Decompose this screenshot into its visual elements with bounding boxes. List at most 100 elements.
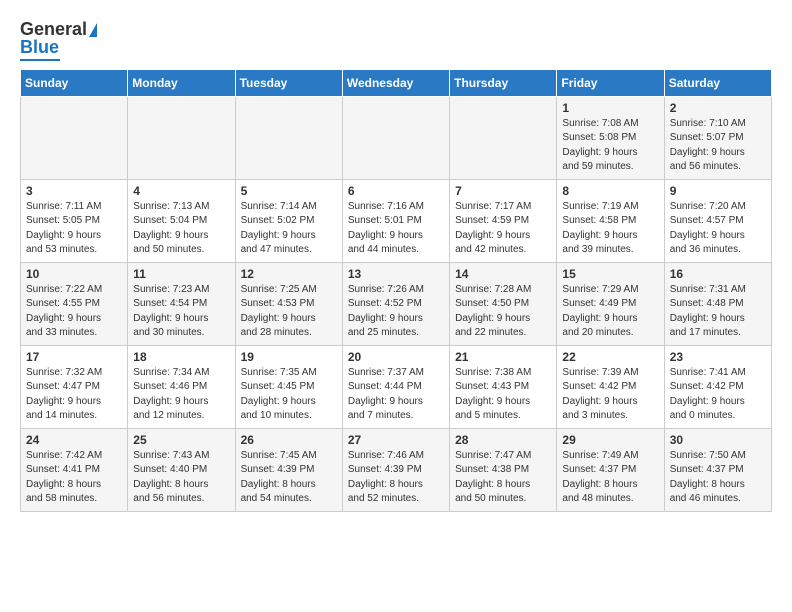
day-number: 25 — [133, 433, 229, 447]
calendar-cell: 23 Sunrise: 7:41 AM Sunset: 4:42 PM Dayli… — [664, 345, 771, 428]
weekday-header-wednesday: Wednesday — [342, 69, 449, 96]
calendar-cell: 15 Sunrise: 7:29 AM Sunset: 4:49 PM Dayli… — [557, 262, 664, 345]
day-info: Sunrise: 7:41 AM Sunset: 4:42 PM Dayligh… — [670, 366, 766, 424]
weekday-header-sunday: Sunday — [21, 69, 128, 96]
calendar-cell: 19 Sunrise: 7:35 AM Sunset: 4:45 PM Dayli… — [235, 345, 342, 428]
weekday-header-friday: Friday — [557, 69, 664, 96]
calendar-cell: 25Sunrise: 7:43 AM Sunset: 4:40 PM Dayli… — [128, 428, 235, 511]
day-number: 10 — [26, 267, 122, 281]
day-number: 23 — [670, 350, 766, 364]
calendar-cell: 24 Sunrise: 7:42 AM Sunset: 4:41 PM Dayli… — [21, 428, 128, 511]
calendar-cell: 2 Sunrise: 7:10 AM Sunset: 5:07 PM Daylig… — [664, 96, 771, 179]
calendar-cell — [450, 96, 557, 179]
day-number: 1 — [562, 101, 658, 115]
day-info: Sunrise: 7:32 AM Sunset: 4:47 PM Dayligh… — [26, 366, 122, 424]
calendar-cell: 11Sunrise: 7:23 AM Sunset: 4:54 PM Dayli… — [128, 262, 235, 345]
day-number: 17 — [26, 350, 122, 364]
calendar-cell: 3 Sunrise: 7:11 AM Sunset: 5:05 PM Daylig… — [21, 179, 128, 262]
calendar-week-4: 17 Sunrise: 7:32 AM Sunset: 4:47 PM Dayli… — [21, 345, 772, 428]
calendar-cell: 9Sunrise: 7:20 AM Sunset: 4:57 PM Daylig… — [664, 179, 771, 262]
day-number: 13 — [348, 267, 444, 281]
day-info: Sunrise: 7:22 AM Sunset: 4:55 PM Dayligh… — [26, 283, 122, 341]
day-number: 3 — [26, 184, 122, 198]
day-number: 15 — [562, 267, 658, 281]
day-number: 28 — [455, 433, 551, 447]
weekday-header-saturday: Saturday — [664, 69, 771, 96]
calendar-cell — [21, 96, 128, 179]
calendar-cell: 8 Sunrise: 7:19 AM Sunset: 4:58 PM Daylig… — [557, 179, 664, 262]
calendar-cell: 26 Sunrise: 7:45 AM Sunset: 4:39 PM Dayli… — [235, 428, 342, 511]
day-info: Sunrise: 7:31 AM Sunset: 4:48 PM Dayligh… — [670, 283, 766, 341]
calendar-week-1: 1Sunrise: 7:08 AM Sunset: 5:08 PM Daylig… — [21, 96, 772, 179]
day-info: Sunrise: 7:25 AM Sunset: 4:53 PM Dayligh… — [241, 283, 337, 341]
calendar-cell: 4 Sunrise: 7:13 AM Sunset: 5:04 PM Daylig… — [128, 179, 235, 262]
day-info: Sunrise: 7:29 AM Sunset: 4:49 PM Dayligh… — [562, 283, 658, 341]
day-number: 4 — [133, 184, 229, 198]
day-number: 11 — [133, 267, 229, 281]
day-info: Sunrise: 7:47 AM Sunset: 4:38 PM Dayligh… — [455, 449, 551, 507]
calendar-cell: 27Sunrise: 7:46 AM Sunset: 4:39 PM Dayli… — [342, 428, 449, 511]
day-info: Sunrise: 7:19 AM Sunset: 4:58 PM Dayligh… — [562, 200, 658, 258]
day-info: Sunrise: 7:39 AM Sunset: 4:42 PM Dayligh… — [562, 366, 658, 424]
day-number: 8 — [562, 184, 658, 198]
day-number: 22 — [562, 350, 658, 364]
calendar-cell: 21Sunrise: 7:38 AM Sunset: 4:43 PM Dayli… — [450, 345, 557, 428]
weekday-header-monday: Monday — [128, 69, 235, 96]
calendar-cell: 1Sunrise: 7:08 AM Sunset: 5:08 PM Daylig… — [557, 96, 664, 179]
day-info: Sunrise: 7:42 AM Sunset: 4:41 PM Dayligh… — [26, 449, 122, 507]
day-number: 14 — [455, 267, 551, 281]
header: General Blue — [20, 16, 772, 61]
calendar-cell: 5 Sunrise: 7:14 AM Sunset: 5:02 PM Daylig… — [235, 179, 342, 262]
calendar-cell: 18 Sunrise: 7:34 AM Sunset: 4:46 PM Dayli… — [128, 345, 235, 428]
day-number: 30 — [670, 433, 766, 447]
calendar-cell: 13 Sunrise: 7:26 AM Sunset: 4:52 PM Dayli… — [342, 262, 449, 345]
calendar-body: 1Sunrise: 7:08 AM Sunset: 5:08 PM Daylig… — [21, 96, 772, 511]
day-number: 24 — [26, 433, 122, 447]
day-number: 19 — [241, 350, 337, 364]
calendar-cell: 22 Sunrise: 7:39 AM Sunset: 4:42 PM Dayli… — [557, 345, 664, 428]
calendar-cell: 7Sunrise: 7:17 AM Sunset: 4:59 PM Daylig… — [450, 179, 557, 262]
calendar-cell: 28 Sunrise: 7:47 AM Sunset: 4:38 PM Dayli… — [450, 428, 557, 511]
logo: General Blue — [20, 20, 97, 61]
calendar-cell — [128, 96, 235, 179]
calendar-cell — [235, 96, 342, 179]
day-info: Sunrise: 7:14 AM Sunset: 5:02 PM Dayligh… — [241, 200, 337, 258]
day-info: Sunrise: 7:20 AM Sunset: 4:57 PM Dayligh… — [670, 200, 766, 258]
calendar-table: SundayMondayTuesdayWednesdayThursdayFrid… — [20, 69, 772, 512]
calendar-cell: 12 Sunrise: 7:25 AM Sunset: 4:53 PM Dayli… — [235, 262, 342, 345]
day-info: Sunrise: 7:28 AM Sunset: 4:50 PM Dayligh… — [455, 283, 551, 341]
day-number: 12 — [241, 267, 337, 281]
day-info: Sunrise: 7:13 AM Sunset: 5:04 PM Dayligh… — [133, 200, 229, 258]
day-number: 18 — [133, 350, 229, 364]
calendar-header: SundayMondayTuesdayWednesdayThursdayFrid… — [21, 69, 772, 96]
day-number: 26 — [241, 433, 337, 447]
day-info: Sunrise: 7:34 AM Sunset: 4:46 PM Dayligh… — [133, 366, 229, 424]
weekday-header-tuesday: Tuesday — [235, 69, 342, 96]
calendar-cell — [342, 96, 449, 179]
day-info: Sunrise: 7:10 AM Sunset: 5:07 PM Dayligh… — [670, 117, 766, 175]
calendar-week-5: 24 Sunrise: 7:42 AM Sunset: 4:41 PM Dayli… — [21, 428, 772, 511]
day-number: 2 — [670, 101, 766, 115]
day-info: Sunrise: 7:11 AM Sunset: 5:05 PM Dayligh… — [26, 200, 122, 258]
day-info: Sunrise: 7:49 AM Sunset: 4:37 PM Dayligh… — [562, 449, 658, 507]
day-info: Sunrise: 7:45 AM Sunset: 4:39 PM Dayligh… — [241, 449, 337, 507]
logo-underline — [20, 59, 60, 61]
day-number: 16 — [670, 267, 766, 281]
day-number: 27 — [348, 433, 444, 447]
day-info: Sunrise: 7:50 AM Sunset: 4:37 PM Dayligh… — [670, 449, 766, 507]
day-info: Sunrise: 7:16 AM Sunset: 5:01 PM Dayligh… — [348, 200, 444, 258]
day-info: Sunrise: 7:37 AM Sunset: 4:44 PM Dayligh… — [348, 366, 444, 424]
day-number: 20 — [348, 350, 444, 364]
weekday-header-thursday: Thursday — [450, 69, 557, 96]
calendar-cell: 29Sunrise: 7:49 AM Sunset: 4:37 PM Dayli… — [557, 428, 664, 511]
calendar-cell: 6 Sunrise: 7:16 AM Sunset: 5:01 PM Daylig… — [342, 179, 449, 262]
weekday-header-row: SundayMondayTuesdayWednesdayThursdayFrid… — [21, 69, 772, 96]
calendar-week-2: 3 Sunrise: 7:11 AM Sunset: 5:05 PM Daylig… — [21, 179, 772, 262]
day-info: Sunrise: 7:35 AM Sunset: 4:45 PM Dayligh… — [241, 366, 337, 424]
day-number: 6 — [348, 184, 444, 198]
day-info: Sunrise: 7:26 AM Sunset: 4:52 PM Dayligh… — [348, 283, 444, 341]
calendar-cell: 20 Sunrise: 7:37 AM Sunset: 4:44 PM Dayli… — [342, 345, 449, 428]
calendar-cell: 10 Sunrise: 7:22 AM Sunset: 4:55 PM Dayli… — [21, 262, 128, 345]
day-number: 5 — [241, 184, 337, 198]
calendar-week-3: 10 Sunrise: 7:22 AM Sunset: 4:55 PM Dayli… — [21, 262, 772, 345]
